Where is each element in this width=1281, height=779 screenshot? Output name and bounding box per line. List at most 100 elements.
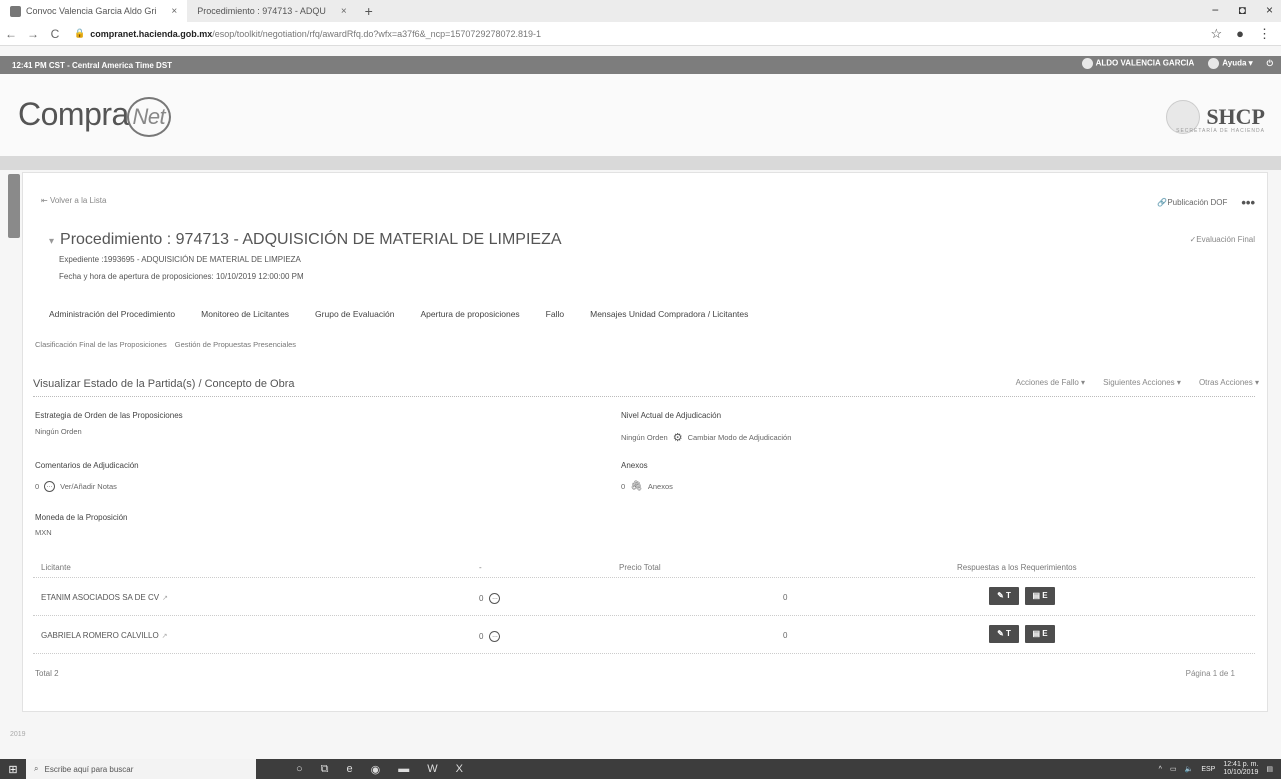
compranet-logo[interactable]: Compra Net bbox=[18, 96, 171, 137]
economic-response-button[interactable]: ▤ E bbox=[1025, 587, 1055, 605]
url-host: compranet.hacienda.gob.mx bbox=[90, 28, 213, 39]
browser-tab-bar: Convoc Valencia Garcia Aldo Gri × Proced… bbox=[0, 0, 1281, 22]
pagination: Página 1 de 1 bbox=[1185, 669, 1235, 678]
volume-icon[interactable]: 🔈 bbox=[1185, 765, 1194, 773]
btn-label: E bbox=[1042, 591, 1048, 600]
comment-icon[interactable]: … bbox=[44, 481, 56, 492]
back-label: Volver a la Lista bbox=[49, 196, 107, 205]
close-tab-icon[interactable]: × bbox=[341, 6, 347, 17]
technical-response-button[interactable]: ✎ T bbox=[989, 625, 1019, 643]
notification-icon[interactable]: ▤ bbox=[1266, 765, 1273, 773]
licitante-name[interactable]: GABRIELA ROMERO CALVILLO ↗ bbox=[41, 631, 168, 640]
new-tab-button[interactable]: + bbox=[357, 3, 381, 19]
cortana-icon[interactable]: ○ bbox=[296, 763, 303, 776]
tab-mensajes[interactable]: Mensajes Unidad Compradora / Licitantes bbox=[590, 309, 748, 319]
agency-name: SHCP bbox=[1206, 104, 1265, 129]
chrome-icon[interactable]: ◉ bbox=[371, 763, 381, 776]
anexos-count: 0 bbox=[621, 482, 626, 491]
browser-menu-icon[interactable]: ⋮ bbox=[1258, 26, 1271, 42]
tab-administracion[interactable]: Administración del Procedimiento bbox=[49, 309, 175, 319]
ver-anadir-notas-link[interactable]: Ver/Añadir Notas bbox=[60, 482, 117, 491]
minimize-button[interactable]: − bbox=[1212, 3, 1219, 17]
tray-arrow-icon[interactable]: ^ bbox=[1159, 766, 1162, 773]
otras-acciones-dropdown[interactable]: Otras Acciones ▾ bbox=[1199, 378, 1259, 387]
address-bar-actions: ☆ ● ⋮ bbox=[1210, 26, 1271, 42]
word-icon[interactable]: W bbox=[427, 763, 437, 776]
help-label: Ayuda bbox=[1222, 58, 1247, 68]
excel-icon[interactable]: X bbox=[456, 763, 463, 776]
browser-tab-2[interactable]: Procedimiento : 974713 - ADQU × bbox=[187, 0, 356, 22]
col-respuestas: Respuestas a los Requerimientos bbox=[957, 563, 1077, 572]
help-menu[interactable]: Ayuda ▾ bbox=[1208, 58, 1253, 69]
maximize-button[interactable]: ◘ bbox=[1239, 3, 1246, 17]
tab-apertura[interactable]: Apertura de proposiciones bbox=[420, 309, 519, 319]
acciones-fallo-dropdown[interactable]: Acciones de Fallo ▾ bbox=[1016, 378, 1085, 387]
clock-time: 12:41 p. m. bbox=[1223, 761, 1259, 768]
estrategia-value: Ningún Orden bbox=[35, 427, 82, 436]
anexos-value: 0 🖇 Anexos bbox=[621, 481, 673, 492]
external-link-icon[interactable]: ↗ bbox=[162, 633, 168, 640]
publicacion-dof-link[interactable]: 🔗Publicación DOF bbox=[1157, 198, 1227, 207]
comment-count: 0… bbox=[479, 631, 501, 642]
window-controls: − ◘ × bbox=[1212, 3, 1273, 17]
tab-fallo[interactable]: Fallo bbox=[546, 309, 564, 319]
licitante-name[interactable]: ETANIM ASOCIADOS SA DE CV ↗ bbox=[41, 593, 168, 602]
collapse-caret-icon[interactable]: ▾ bbox=[49, 236, 54, 247]
taskbar-search[interactable]: ⌕ Escribe aquí para buscar bbox=[26, 759, 256, 779]
tab-title: Procedimiento : 974713 - ADQU bbox=[197, 6, 326, 16]
browser-tab-1[interactable]: Convoc Valencia Garcia Aldo Gri × bbox=[0, 0, 188, 22]
sub-tabs: Clasificación Final de las Proposiciones… bbox=[35, 340, 296, 349]
external-link-icon[interactable]: ↗ bbox=[162, 595, 168, 602]
section-divider bbox=[33, 396, 1255, 397]
cambiar-modo-link[interactable]: Cambiar Modo de Adjudicación bbox=[688, 433, 792, 442]
logo-text: Compra bbox=[18, 96, 129, 132]
section-title: Visualizar Estado de la Partida(s) / Con… bbox=[33, 378, 295, 390]
paperclip-icon[interactable]: 🖇 bbox=[630, 481, 643, 492]
gear-icon[interactable]: ⚙ bbox=[673, 431, 683, 444]
forward-arrow-icon[interactable]: → bbox=[22, 27, 44, 41]
nivel-label: Nivel Actual de Adjudicación bbox=[621, 411, 722, 420]
task-view-icon[interactable]: ⧉ bbox=[321, 763, 329, 776]
response-buttons: ✎ T ▤ E bbox=[989, 587, 1055, 605]
dropdown-label: Siguientes Acciones bbox=[1103, 378, 1175, 387]
network-icon[interactable]: ▭ bbox=[1170, 765, 1177, 773]
language-indicator[interactable]: ESP bbox=[1201, 766, 1215, 773]
col-precio-total: Precio Total bbox=[619, 563, 661, 572]
siguientes-acciones-dropdown[interactable]: Siguientes Acciones ▾ bbox=[1103, 378, 1181, 387]
reload-icon[interactable]: C bbox=[44, 27, 66, 41]
technical-response-button[interactable]: ✎ T bbox=[989, 587, 1019, 605]
windows-start-icon[interactable]: ⊞ bbox=[0, 763, 26, 776]
tab-grupo-evaluacion[interactable]: Grupo de Evaluación bbox=[315, 309, 394, 319]
shcp-logo: SHCP SECRETARÍA DE HACIENDA bbox=[1166, 100, 1265, 134]
profile-icon[interactable]: ● bbox=[1236, 26, 1244, 42]
sidebar-toggle-handle[interactable] bbox=[8, 174, 20, 238]
comment-icon[interactable]: … bbox=[489, 593, 501, 604]
anexos-label: Anexos bbox=[621, 461, 648, 470]
subtab-gestion[interactable]: Gestión de Propuestas Presenciales bbox=[175, 340, 296, 349]
lock-icon[interactable]: 🔒 bbox=[74, 28, 85, 39]
more-options-icon[interactable]: ••• bbox=[1241, 195, 1255, 210]
search-icon: ⌕ bbox=[34, 764, 39, 773]
back-to-list-link[interactable]: ⇤ Volver a la Lista bbox=[41, 196, 106, 205]
anexos-link[interactable]: Anexos bbox=[648, 482, 673, 491]
tab-title: Convoc Valencia Garcia Aldo Gri bbox=[26, 6, 157, 16]
close-tab-icon[interactable]: × bbox=[171, 6, 177, 17]
subtab-clasificacion[interactable]: Clasificación Final de las Proposiciones bbox=[35, 340, 167, 349]
bookmark-star-icon[interactable]: ☆ bbox=[1210, 26, 1222, 42]
close-window-button[interactable]: × bbox=[1266, 3, 1273, 17]
footer-year: 2019 bbox=[10, 731, 26, 738]
explorer-icon[interactable]: ▬ bbox=[398, 763, 409, 776]
edge-icon[interactable]: e bbox=[347, 763, 353, 776]
comment-icon[interactable]: … bbox=[489, 631, 501, 642]
economic-response-button[interactable]: ▤ E bbox=[1025, 625, 1055, 643]
tab-monitoreo[interactable]: Monitoreo de Licitantes bbox=[201, 309, 289, 319]
user-menu[interactable]: ALDO VALENCIA GARCIA bbox=[1081, 58, 1194, 69]
clock[interactable]: 12:41 p. m. 10/10/2019 bbox=[1223, 761, 1258, 777]
back-arrow-icon[interactable]: ← bbox=[0, 27, 22, 41]
system-tray: ^ ▭ 🔈 ESP 12:41 p. m. 10/10/2019 ▤ bbox=[1159, 761, 1273, 777]
url-field[interactable]: compranet.hacienda.gob.mx/esop/toolkit/n… bbox=[90, 29, 541, 39]
comment-count: 0… bbox=[479, 593, 501, 604]
top-actions: 🔗Publicación DOF ••• bbox=[1157, 195, 1255, 210]
timezone-text: 12:41 PM CST - Central America Time DST bbox=[12, 60, 173, 70]
power-icon[interactable]: ⏻ bbox=[1267, 59, 1273, 69]
